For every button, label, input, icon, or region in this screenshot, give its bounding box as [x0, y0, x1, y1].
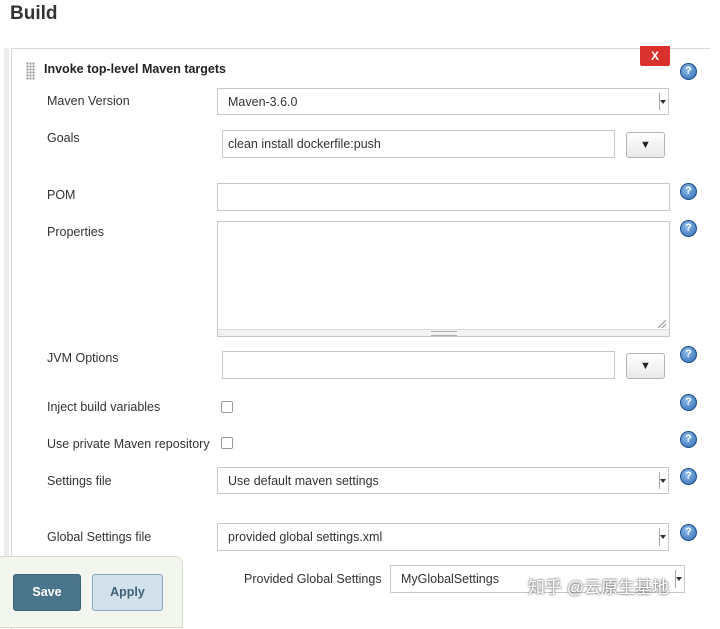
watermark-text: 知乎 @云原生基地 — [528, 578, 669, 597]
private-repo-label: Use private Maven repository — [47, 437, 210, 451]
textarea-resize-bar[interactable] — [218, 329, 669, 336]
goals-value: clean install dockerfile:push — [228, 137, 381, 151]
properties-label: Properties — [47, 225, 104, 239]
apply-button[interactable]: Apply — [92, 574, 163, 611]
global-settings-file-value: provided global settings.xml — [228, 530, 383, 544]
chevron-down-icon — [659, 472, 666, 489]
section-left-bar — [4, 48, 9, 616]
settings-file-select[interactable]: Use default maven settings — [217, 467, 669, 494]
properties-textarea[interactable] — [217, 221, 670, 337]
goals-label: Goals — [47, 131, 80, 145]
page-title: Build — [10, 3, 58, 24]
settings-file-help-icon[interactable]: ? — [680, 468, 697, 485]
drag-handle-icon[interactable] — [26, 62, 35, 80]
inject-build-variables-help-icon[interactable]: ? — [680, 394, 697, 411]
save-button[interactable]: Save — [13, 574, 81, 611]
step-help-icon[interactable]: ? — [680, 63, 697, 80]
inject-build-variables-label: Inject build variables — [47, 400, 161, 414]
delete-step-button[interactable]: X — [640, 46, 670, 66]
chevron-down-icon — [675, 570, 682, 588]
resize-grip-icon[interactable] — [658, 320, 666, 328]
settings-file-value: Use default maven settings — [228, 473, 379, 488]
chevron-down-icon — [659, 528, 666, 546]
jvm-options-label: JVM Options — [47, 351, 119, 365]
jvm-options-input[interactable] — [222, 351, 615, 379]
jvm-options-expand-button[interactable]: ▼ — [626, 353, 665, 379]
chevron-down-icon — [659, 93, 666, 110]
goals-expand-button[interactable]: ▼ — [626, 132, 665, 158]
provided-global-settings-label: Provided Global Settings — [244, 572, 382, 586]
global-settings-file-label: Global Settings file — [47, 530, 152, 544]
pom-label: POM — [47, 188, 76, 202]
goals-input[interactable]: clean install dockerfile:push — [222, 130, 615, 158]
jvm-options-help-icon[interactable]: ? — [680, 346, 697, 363]
properties-help-icon[interactable]: ? — [680, 220, 697, 237]
global-settings-file-help-icon[interactable]: ? — [680, 524, 697, 541]
global-settings-file-select[interactable]: provided global settings.xml — [217, 523, 669, 551]
settings-file-label: Settings file — [47, 474, 112, 488]
pom-input[interactable] — [217, 183, 670, 211]
maven-version-value: Maven-3.6.0 — [228, 94, 298, 109]
private-repo-help-icon[interactable]: ? — [680, 431, 697, 448]
maven-version-select[interactable]: Maven-3.6.0 — [217, 88, 669, 115]
step-title: Invoke top-level Maven targets — [44, 62, 227, 76]
inject-build-variables-checkbox[interactable] — [221, 401, 233, 413]
provided-global-settings-value: MyGlobalSettings — [401, 572, 499, 586]
private-repo-checkbox[interactable] — [221, 437, 233, 449]
pom-help-icon[interactable]: ? — [680, 183, 697, 200]
maven-version-label: Maven Version — [47, 94, 130, 108]
